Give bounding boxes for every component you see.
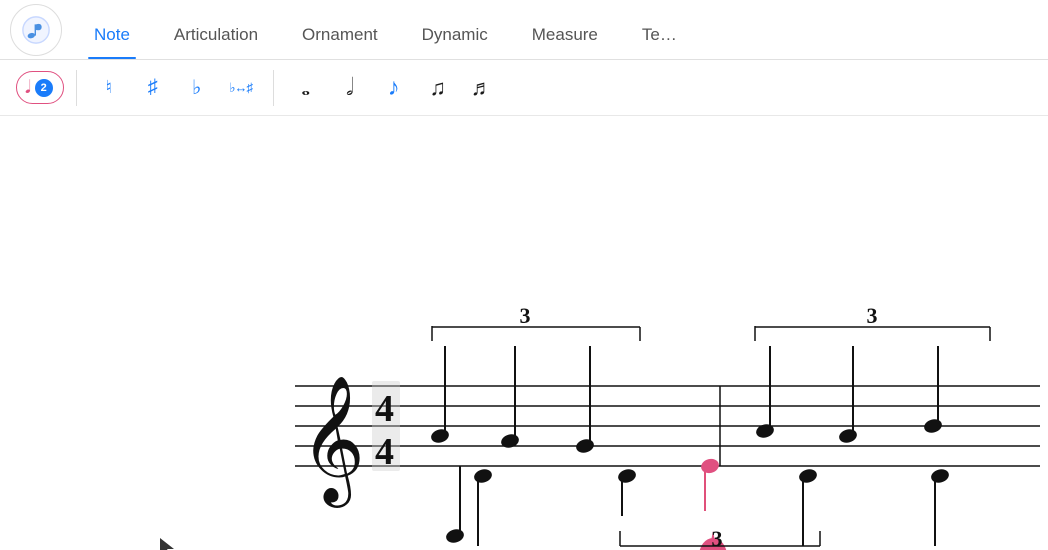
natural-button[interactable]: ♮ [89,68,129,108]
lower-note-1 [473,467,494,546]
note-type-pill[interactable]: 𝅘𝅥 2 [16,71,64,104]
quarter-note-button[interactable]: ♪ [374,68,414,108]
svg-text:3: 3 [520,303,531,328]
lower-note-5 [930,467,951,546]
lower-note-2 [617,467,638,516]
tab-articulation[interactable]: Articulation [152,25,280,59]
note-m1-b2 [500,346,521,450]
tab-note[interactable]: Note [72,25,152,59]
note-m1-b4-low [445,466,466,545]
triplet-bracket-1: 3 [432,303,640,341]
app-container: Note Articulation Ornament Dynamic Measu… [0,0,1048,550]
app-logo[interactable] [10,4,62,56]
note-m1-b3 [575,346,596,455]
note-badge: 2 [35,79,53,97]
toggle-natural-sharp-button[interactable]: ♭↔♯ [221,68,261,108]
lower-note-4 [798,467,819,546]
time-signature: 4 4 [372,381,400,473]
note-m1-b1 [430,346,451,445]
triplet-bracket-2: 3 [755,303,990,341]
svg-text:3: 3 [867,303,878,328]
flat-button[interactable]: ♭ [177,68,217,108]
treble-clef: 𝄞 [300,377,365,508]
top-nav: Note Articulation Ornament Dynamic Measu… [0,0,1048,60]
triplet-bracket-bottom: 3 [620,526,820,550]
sixteenth-note-button[interactable]: ♬ [462,68,502,108]
whole-note-button[interactable]: 𝅝 [286,68,326,108]
score-area: 𝄞 4 4 3 [0,116,1048,550]
sharp-button[interactable]: ♯ [133,68,173,108]
nav-tabs: Note Articulation Ornament Dynamic Measu… [72,0,699,59]
svg-text:3: 3 [712,526,723,550]
tab-ornament[interactable]: Ornament [280,25,400,59]
toolbar: 𝅘𝅥 2 ♮ ♯ ♭ ♭↔♯ 𝅝 𝅗𝅥 ♪ ♫ ♬ [0,60,1048,116]
score-svg: 𝄞 4 4 3 [0,116,1048,550]
svg-text:4: 4 [375,431,394,473]
note-m2-b2 [838,346,859,445]
tab-text[interactable]: Te… [620,25,699,59]
tab-measure[interactable]: Measure [510,25,620,59]
svg-text:4: 4 [375,388,394,430]
note-pill-icon: 𝅘𝅥 [25,77,31,98]
note-m2-b3 [923,346,944,435]
divider-1 [76,70,77,106]
eighth-note-button[interactable]: ♫ [418,68,458,108]
half-note-button[interactable]: 𝅗𝅥 [330,68,370,108]
tab-dynamic[interactable]: Dynamic [400,25,510,59]
divider-2 [273,70,274,106]
